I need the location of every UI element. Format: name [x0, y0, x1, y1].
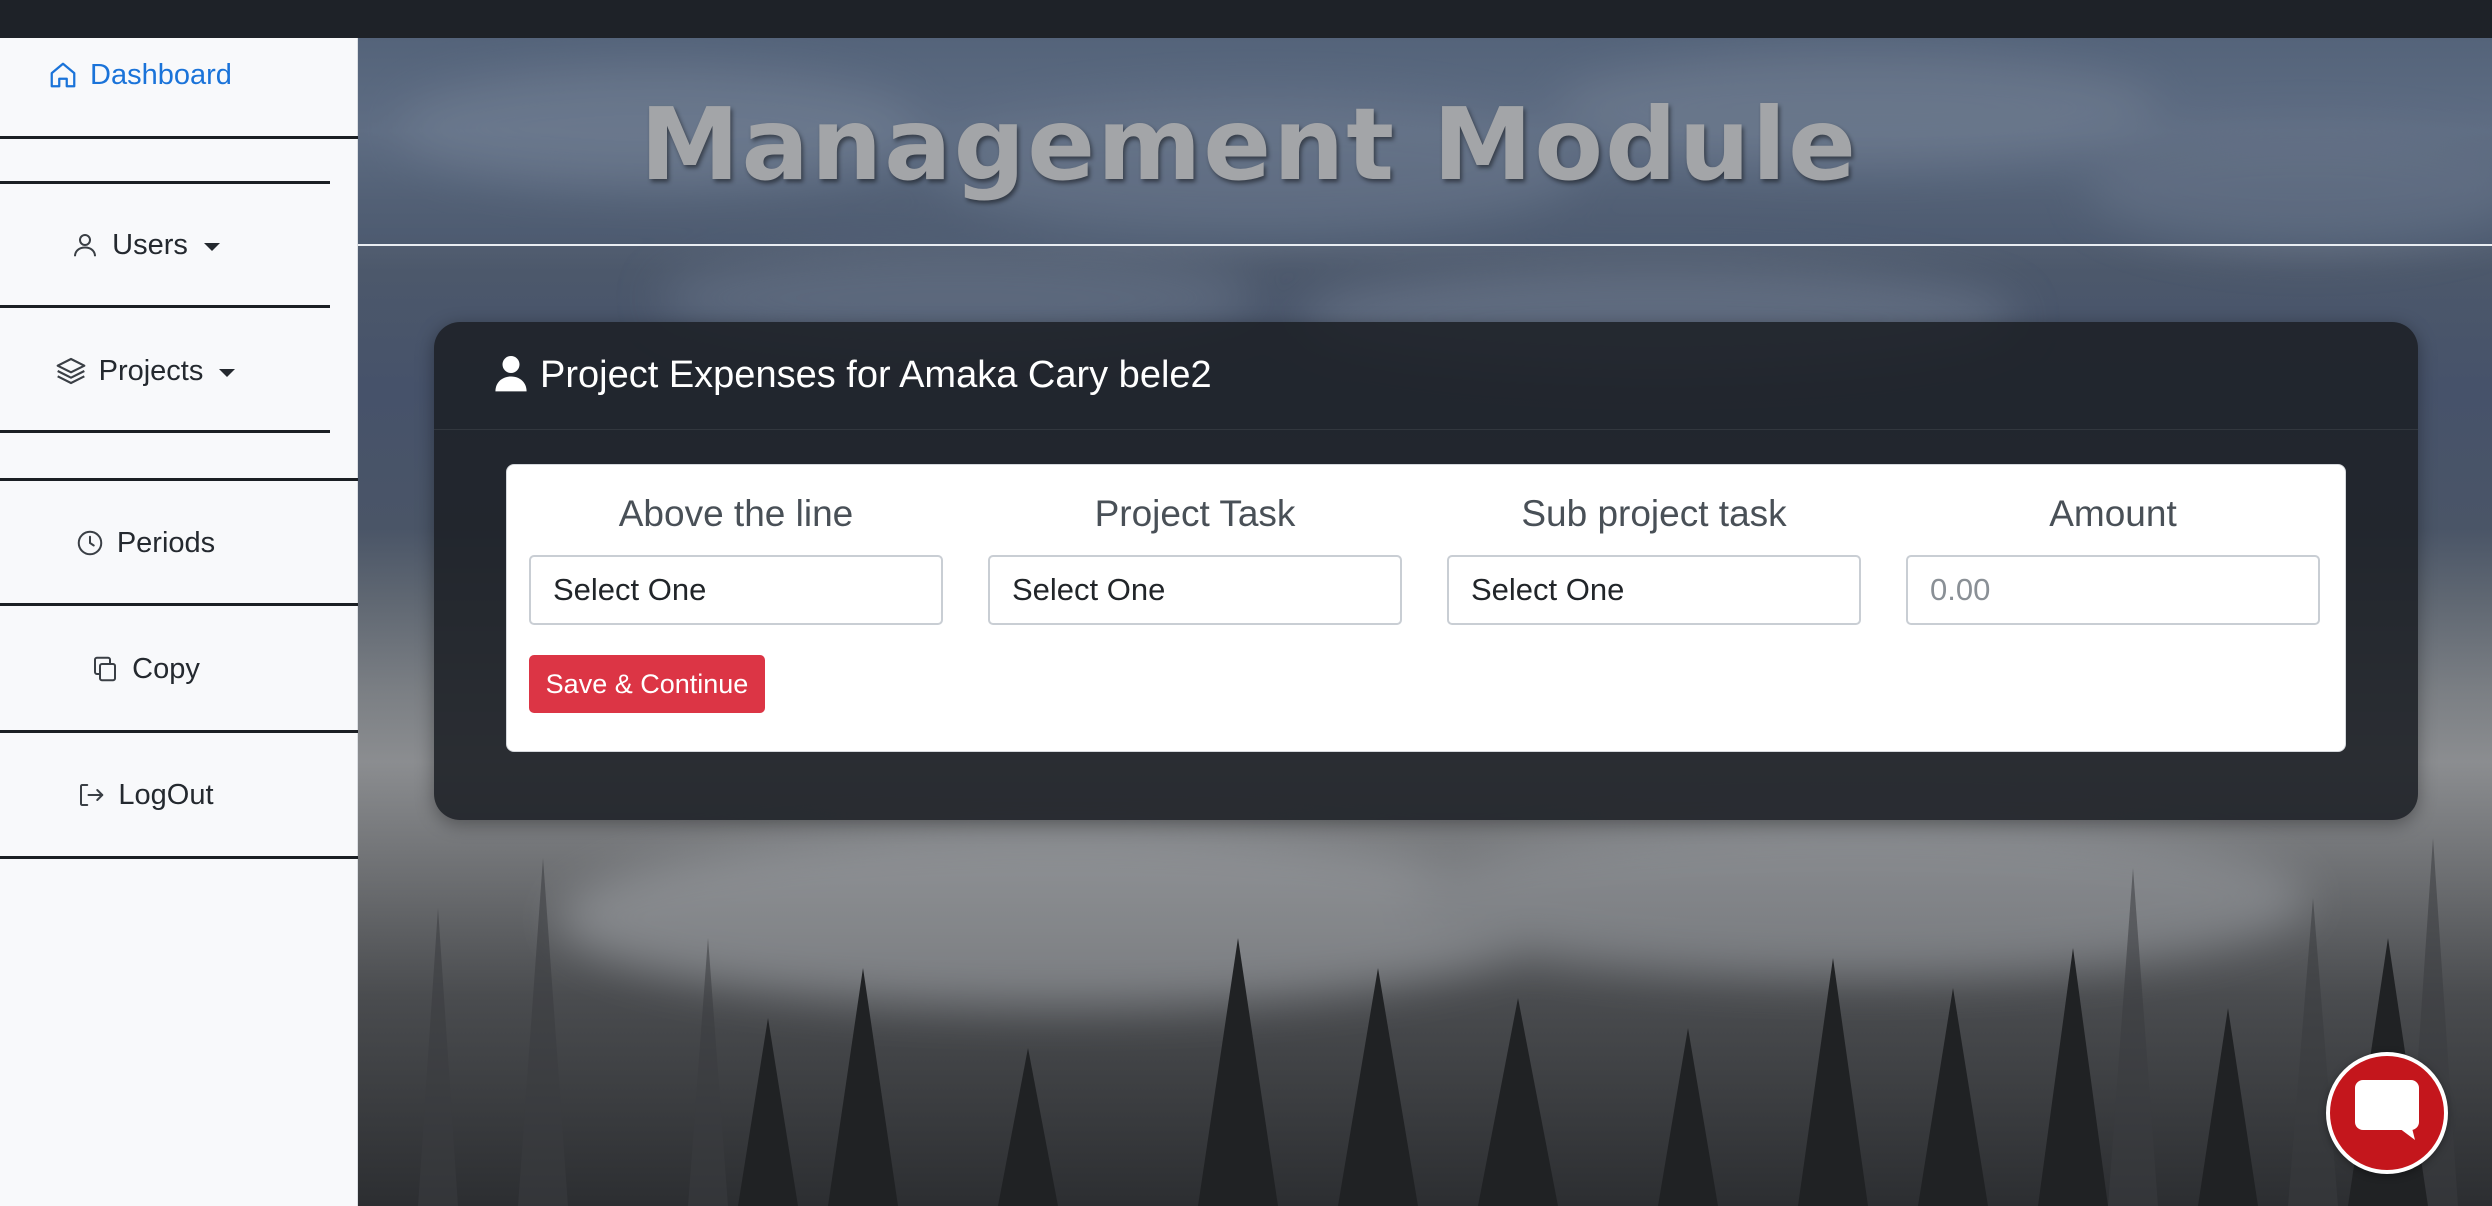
above-the-line-label: Above the line [618, 493, 854, 534]
project-expenses-card: Project Expenses for Amaka Cary bele2 Ab… [434, 322, 2418, 820]
save-continue-button[interactable]: Save & Continue [529, 655, 765, 713]
sidebar-divider [0, 730, 358, 733]
sidebar-divider [0, 305, 330, 308]
sidebar-item-periods[interactable]: Periods [0, 520, 290, 566]
chat-button[interactable] [2326, 1052, 2448, 1174]
sidebar-divider [0, 478, 358, 481]
sidebar-divider [0, 430, 330, 433]
card-header: Project Expenses for Amaka Cary bele2 [434, 322, 2418, 430]
chevron-down-icon [203, 243, 220, 251]
sidebar-item-dashboard[interactable]: Dashboard [48, 52, 248, 98]
sidebar-divider [0, 136, 358, 139]
sidebar-item-label: Copy [132, 652, 200, 685]
amount-input[interactable]: 0.00 [1906, 555, 2320, 625]
sidebar-item-label: Dashboard [90, 58, 232, 91]
sidebar-item-label: LogOut [118, 778, 214, 811]
above-the-line-select[interactable]: Select One [529, 555, 943, 625]
sidebar-divider [0, 181, 330, 184]
sidebar-item-label: Periods [116, 526, 216, 559]
sidebar-item-label: Projects [98, 354, 204, 387]
amount-label: Amount [2049, 493, 2177, 534]
copy-icon [90, 654, 120, 684]
sub-project-task-label: Sub project task [1521, 493, 1787, 534]
user-icon [70, 230, 100, 260]
home-icon [48, 60, 78, 90]
top-bar [0, 0, 2492, 38]
sub-project-task-select[interactable]: Select One [1447, 555, 1861, 625]
layers-icon [55, 355, 87, 387]
chevron-down-icon [219, 369, 236, 377]
logout-icon [76, 780, 106, 810]
sidebar-item-copy[interactable]: Copy [0, 646, 290, 692]
sidebar-item-label: Users [112, 228, 188, 261]
card-title: Project Expenses for Amaka Cary bele2 [540, 354, 1212, 396]
project-task-select[interactable]: Select One [988, 555, 1402, 625]
project-task-label: Project Task [1094, 493, 1296, 534]
user-icon [494, 354, 528, 397]
sidebar: Dashboard Users Projects Periods Copy Lo… [0, 38, 358, 1206]
main-content: Management Module Project Expenses for A… [358, 38, 2492, 1206]
sidebar-divider [0, 856, 358, 859]
sidebar-item-users[interactable]: Users [0, 222, 290, 268]
clock-icon [75, 528, 105, 558]
sidebar-item-logout[interactable]: LogOut [0, 772, 290, 818]
sidebar-item-projects[interactable]: Projects [0, 348, 290, 394]
expense-form: Above the line Project Task Sub project … [506, 464, 2346, 752]
chat-bubble-icon [2355, 1079, 2419, 1147]
sidebar-divider [0, 603, 358, 606]
